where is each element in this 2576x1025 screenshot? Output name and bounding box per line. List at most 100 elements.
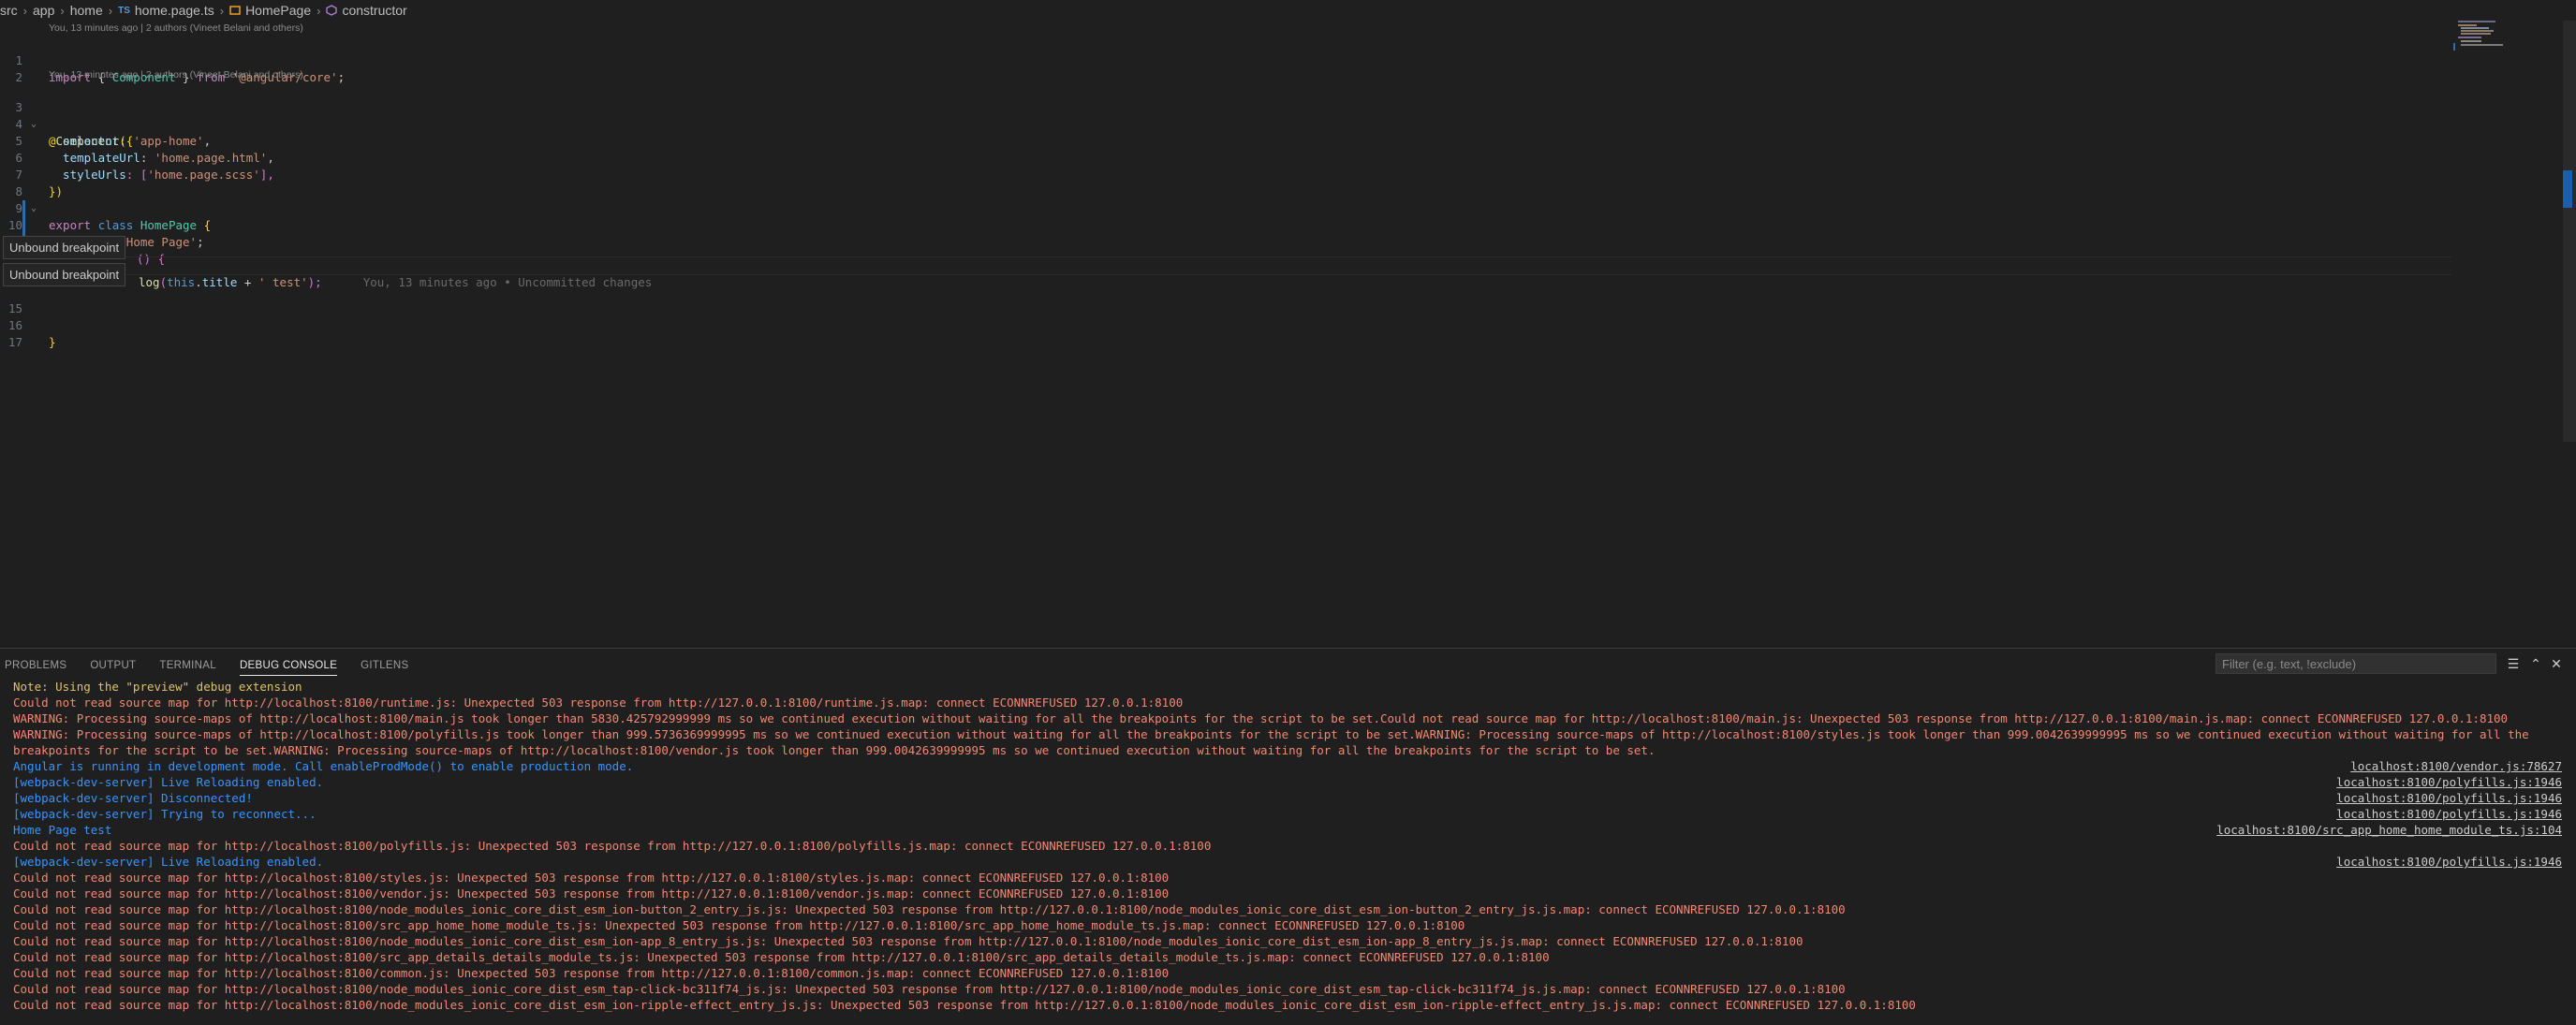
chevron-right-icon: › bbox=[219, 3, 225, 18]
console-line-text: Could not read source map for http://loc… bbox=[13, 982, 1846, 996]
code-line[interactable]: 7 }) bbox=[0, 150, 2453, 198]
console-line-text: Could not read source map for http://loc… bbox=[13, 966, 1170, 980]
breadcrumb-item-method[interactable]: constructor bbox=[326, 3, 407, 18]
console-line: Could not read source map for http://loc… bbox=[13, 917, 2569, 933]
editor-scrollbar[interactable] bbox=[2563, 21, 2576, 442]
code-line[interactable]: 8 ⌄ export class HomePage { bbox=[0, 167, 2453, 232]
console-line: [webpack-dev-server] Disconnected! localh… bbox=[13, 790, 2569, 806]
console-line: Angular is running in development mode. … bbox=[13, 758, 2569, 774]
chevron-right-icon: › bbox=[22, 3, 28, 18]
console-filter-input[interactable] bbox=[2215, 653, 2496, 674]
console-line-text: [webpack-dev-server] Disconnected! bbox=[13, 791, 253, 805]
code-line[interactable]: () { bbox=[0, 234, 2453, 266]
code-line[interactable]: 4 selector: 'app-home', bbox=[0, 99, 2453, 148]
token: } bbox=[49, 335, 56, 349]
debug-console-output[interactable]: Note: Using the "preview" debug extensio… bbox=[13, 679, 2569, 1013]
console-line: Home Page test localhost:8100/src_app_hom… bbox=[13, 822, 2569, 838]
console-line: Note: Using the "preview" debug extensio… bbox=[13, 679, 2569, 695]
breadcrumb-item-app[interactable]: app bbox=[33, 3, 54, 18]
chevron-right-icon: › bbox=[108, 3, 113, 18]
code-line[interactable]: 16 } bbox=[0, 300, 2453, 349]
code-line[interactable]: 2 bbox=[0, 52, 2453, 84]
console-source-link[interactable]: localhost:8100/polyfills.js:1946 bbox=[2336, 790, 2562, 806]
code-line[interactable]: 15 bbox=[0, 284, 2453, 315]
code-line[interactable]: 5 templateUrl: 'home.page.html', bbox=[0, 116, 2453, 165]
console-line: Could not read source map for http://loc… bbox=[13, 949, 2569, 965]
console-line: WARNING: Processing source-maps of http:… bbox=[13, 710, 2569, 726]
typescript-file-icon: TS bbox=[118, 5, 130, 16]
codelens-authors[interactable]: You, 13 minutes ago | 2 authors (Vineet … bbox=[49, 69, 303, 82]
code-line[interactable]: 17 bbox=[0, 317, 2453, 349]
breadcrumb-item-file[interactable]: TS home.page.ts bbox=[118, 3, 214, 18]
chevron-right-icon: › bbox=[316, 3, 321, 18]
console-line: Could not read source map for http://loc… bbox=[13, 981, 2569, 997]
minimap-line bbox=[2458, 21, 2495, 22]
console-line-text: Home Page test bbox=[13, 823, 112, 837]
tab-output[interactable]: OUTPUT bbox=[90, 654, 136, 675]
minimap[interactable] bbox=[2453, 21, 2556, 77]
breadcrumb: src › app › home › TS home.page.ts › Home… bbox=[0, 0, 2547, 21]
console-source-link[interactable]: localhost:8100/polyfills.js:1946 bbox=[2336, 854, 2562, 870]
chevron-up-icon[interactable]: ⌃ bbox=[2528, 656, 2543, 671]
console-line-text: [webpack-dev-server] Trying to reconnect… bbox=[13, 807, 316, 821]
console-line: [webpack-dev-server] Live Reloading enab… bbox=[13, 854, 2569, 870]
tab-problems[interactable]: PROBLEMS bbox=[5, 654, 66, 675]
console-line-text: Could not read source map for http://loc… bbox=[13, 886, 1170, 901]
codelens-authors[interactable]: You, 13 minutes ago | 2 authors (Vineet … bbox=[49, 22, 303, 36]
code-editor[interactable]: You, 13 minutes ago | 2 authors (Vineet … bbox=[0, 21, 2547, 648]
console-line: Could not read source map for http://loc… bbox=[13, 886, 2569, 901]
filter-list-icon[interactable]: ☰ bbox=[2506, 656, 2521, 671]
console-line-text: [webpack-dev-server] Live Reloading enab… bbox=[13, 775, 324, 789]
line-number: 17 bbox=[7, 335, 22, 349]
breadcrumb-label: constructor bbox=[342, 3, 407, 18]
minimap-line bbox=[2458, 24, 2477, 26]
minimap-line bbox=[2461, 33, 2491, 35]
console-line: [webpack-dev-server] Live Reloading enab… bbox=[13, 774, 2569, 790]
console-line: Could not read source map for http://loc… bbox=[13, 838, 2569, 854]
tab-gitlens[interactable]: GITLENS bbox=[361, 654, 408, 675]
breadcrumb-item-class[interactable]: HomePage bbox=[229, 3, 311, 18]
console-line-text: WARNING: Processing source-maps of http:… bbox=[13, 711, 2509, 725]
bottom-panel: PROBLEMS OUTPUT TERMINAL DEBUG CONSOLE G… bbox=[0, 648, 2576, 1025]
code-line[interactable]: 6 styleUrls: ['home.page.scss'], bbox=[0, 133, 2453, 182]
console-source-link[interactable]: localhost:8100/vendor.js:78627 bbox=[2350, 758, 2562, 774]
minimap-git-mark bbox=[2453, 43, 2455, 51]
code-line[interactable]: 1 import { Component } from '@angular/co… bbox=[0, 36, 2453, 84]
console-line: Could not read source map for http://loc… bbox=[13, 695, 2569, 710]
console-line-text: Could not read source map for http://loc… bbox=[13, 902, 1846, 916]
console-line-text: WARNING: Processing source-maps of http:… bbox=[13, 727, 2537, 757]
tab-terminal[interactable]: TERMINAL bbox=[159, 654, 216, 675]
code-line[interactable]: 9 bbox=[0, 183, 2453, 215]
console-source-link[interactable]: localhost:8100/src_app_home_home_module_… bbox=[2216, 822, 2562, 838]
scrollbar-thumb[interactable] bbox=[2563, 170, 2572, 208]
console-line-text: Could not read source map for http://loc… bbox=[13, 998, 1916, 1012]
minimap-line bbox=[2458, 37, 2481, 38]
console-line-text: [webpack-dev-server] Live Reloading enab… bbox=[13, 855, 324, 869]
console-line-text: Could not read source map for http://loc… bbox=[13, 918, 1465, 932]
method-symbol-icon bbox=[326, 5, 338, 16]
console-line-text: Could not read source map for http://loc… bbox=[13, 871, 1170, 885]
console-line: Could not read source map for http://loc… bbox=[13, 933, 2569, 949]
tab-debug-console[interactable]: DEBUG CONSOLE bbox=[239, 654, 338, 676]
console-source-link[interactable]: localhost:8100/polyfills.js:1946 bbox=[2336, 774, 2562, 790]
console-line-text: Angular is running in development mode. … bbox=[13, 759, 634, 773]
console-line: WARNING: Processing source-maps of http:… bbox=[13, 726, 2560, 758]
console-source-link[interactable]: localhost:8100/polyfills.js:1946 bbox=[2336, 806, 2562, 822]
breadcrumb-item-home[interactable]: home bbox=[70, 3, 103, 18]
breadcrumb-label: app bbox=[33, 3, 55, 18]
console-line: Could not read source map for http://loc… bbox=[13, 901, 2569, 917]
breakpoint-tooltip: Unbound breakpoint bbox=[3, 236, 126, 259]
breadcrumb-label: HomePage bbox=[245, 3, 312, 18]
minimap-line bbox=[2461, 27, 2489, 29]
breadcrumb-item-src[interactable]: src bbox=[0, 3, 18, 18]
code-line[interactable]: log(this.title + ' test'); You, 13 minute… bbox=[0, 257, 2453, 289]
minimap-line bbox=[2461, 40, 2481, 42]
close-icon[interactable]: ✕ bbox=[2549, 656, 2564, 671]
console-line: Could not read source map for http://loc… bbox=[13, 870, 2569, 886]
code-line[interactable]: 10 title = 'Home Page'; bbox=[0, 200, 2453, 249]
panel-tabs: PROBLEMS OUTPUT TERMINAL DEBUG CONSOLE G… bbox=[0, 649, 2576, 681]
code-line[interactable]: 11 bbox=[0, 217, 2453, 249]
console-line-text: Could not read source map for http://loc… bbox=[13, 934, 1803, 948]
code-line[interactable]: 3 ⌄ @Component({ bbox=[0, 82, 2453, 148]
console-line-text: Note: Using the "preview" debug extensio… bbox=[13, 680, 302, 694]
